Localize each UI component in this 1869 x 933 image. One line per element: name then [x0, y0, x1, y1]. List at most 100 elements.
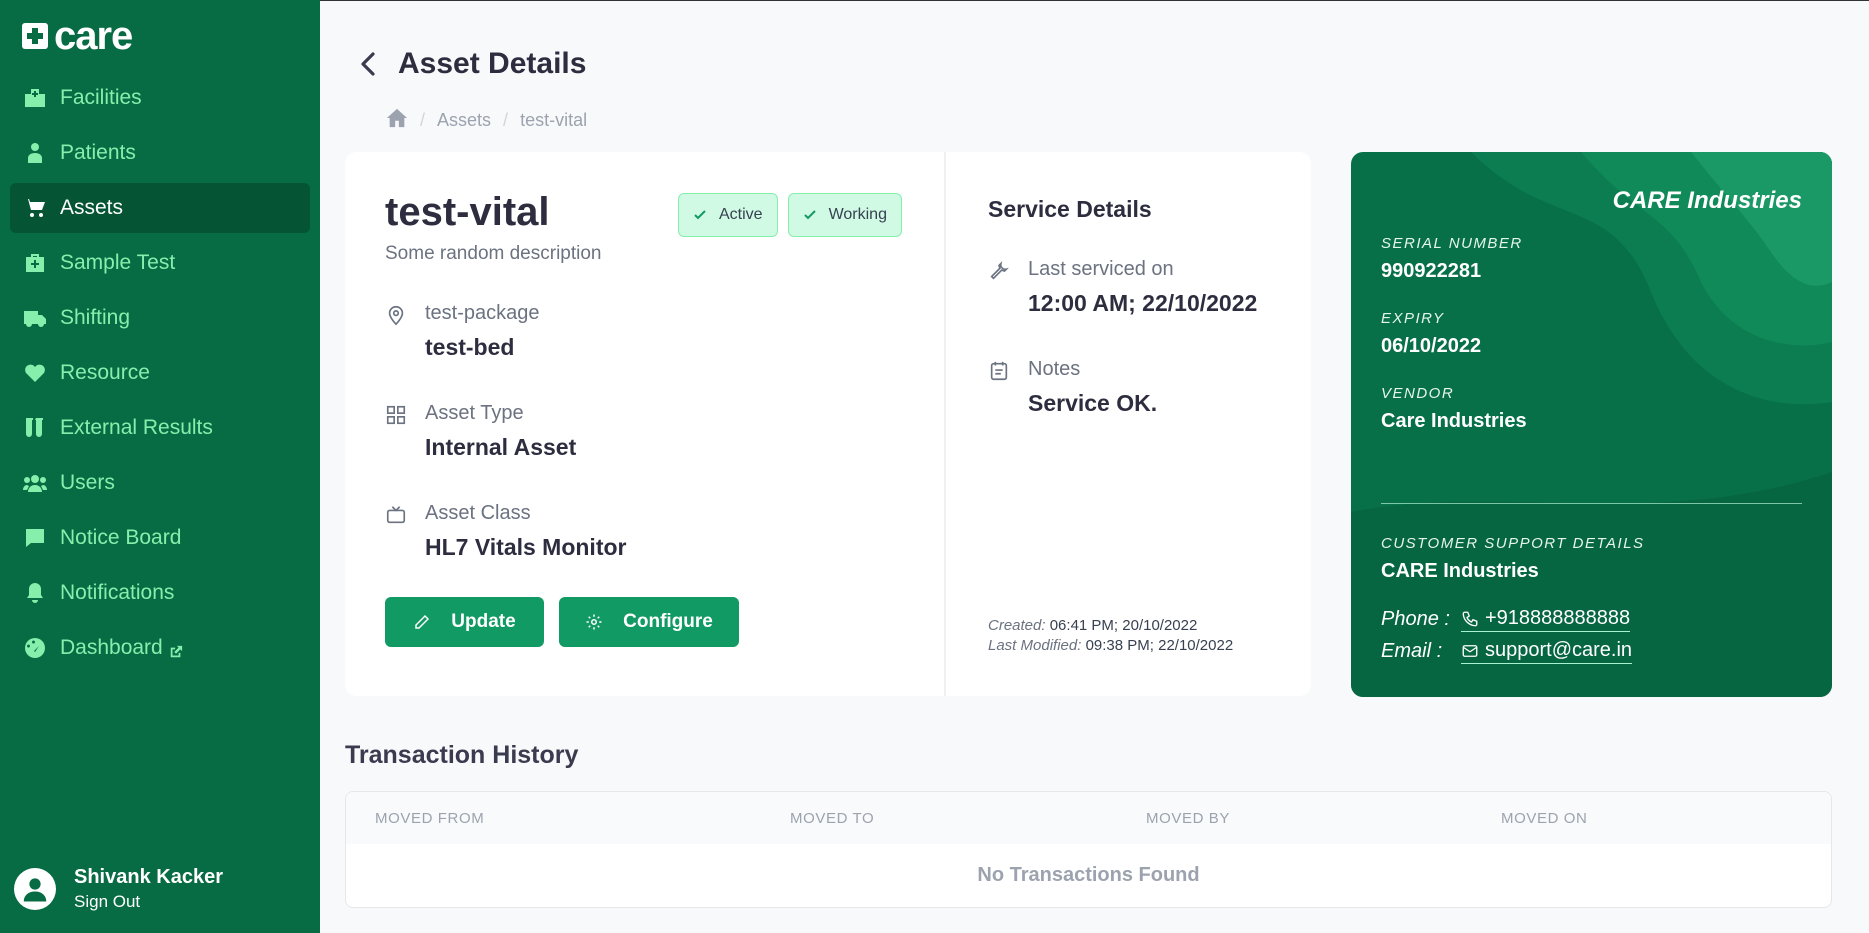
sidebar-item-sample-test[interactable]: Sample Test — [10, 238, 310, 288]
sidebar-item-shifting[interactable]: Shifting — [10, 293, 310, 343]
check-icon — [694, 210, 706, 220]
sidebar-item-label: Shifting — [60, 306, 131, 329]
notes-value: Service OK. — [1028, 390, 1158, 416]
page-header: Asset Details — [354, 47, 586, 81]
asset-type-field: Asset Type Internal Asset — [385, 402, 576, 461]
home-icon[interactable] — [386, 107, 408, 134]
sidebar-item-facilities[interactable]: Facilities — [10, 73, 310, 123]
serial-number-label: SERIAL NUMBER — [1381, 235, 1523, 252]
sidebar-item-assets[interactable]: Assets — [10, 183, 310, 233]
external-link-icon — [169, 641, 183, 658]
asset-type-label: Asset Type — [425, 402, 524, 424]
configure-button-label: Configure — [623, 611, 713, 632]
sidebar-item-dashboard[interactable]: Dashboard — [10, 623, 310, 673]
shopping-cart-icon — [22, 195, 48, 221]
asset-description: Some random description — [385, 243, 602, 264]
sidebar-item-notice-board[interactable]: Notice Board — [10, 513, 310, 563]
asset-class-value: HL7 Vitals Monitor — [425, 534, 627, 560]
pencil-icon — [415, 614, 430, 629]
mail-icon — [1462, 644, 1478, 657]
column-header-moved-by: MOVED BY — [1146, 810, 1230, 827]
avatar[interactable] — [14, 868, 56, 910]
warranty-brand: CARE Industries — [1612, 187, 1802, 214]
email-row: Email : support@care.in — [1381, 639, 1633, 664]
sidebar-item-notifications[interactable]: Notifications — [10, 568, 310, 618]
phone-value: +918888888888 — [1485, 607, 1631, 629]
phone-icon — [1462, 611, 1478, 626]
notes-icon — [988, 360, 1010, 382]
vials-icon — [22, 415, 48, 441]
breadcrumb: / Assets / test-vital — [386, 107, 587, 134]
warranty-divider — [1381, 503, 1802, 504]
sign-out-link[interactable]: Sign Out — [74, 892, 223, 912]
breadcrumb-separator: / — [503, 110, 509, 130]
sidebar-item-resource[interactable]: Resource — [10, 348, 310, 398]
badge-label: Active — [719, 206, 763, 223]
user-avatar-icon — [23, 878, 47, 902]
last-serviced-label: Last serviced on — [1028, 258, 1174, 280]
transaction-history-title: Transaction History — [345, 741, 579, 769]
sidebar-item-label: Notifications — [60, 581, 175, 604]
location-value: test-bed — [425, 334, 515, 360]
update-button[interactable]: Update — [385, 597, 544, 647]
sidebar-item-users[interactable]: Users — [10, 458, 310, 508]
users-icon — [22, 470, 48, 496]
user-name: Shivank Kacker — [74, 866, 223, 888]
status-badge-working: Working — [787, 193, 902, 237]
phone-row: Phone : +918888888888 — [1381, 607, 1631, 632]
sidebar-nav: Facilities Patients Assets Sample Test S… — [10, 73, 310, 678]
sidebar-item-label: Dashboard — [60, 636, 163, 659]
phone-label: Phone : — [1381, 608, 1450, 630]
sidebar-item-label: External Results — [60, 416, 213, 439]
empty-state-message: No Transactions Found — [977, 864, 1200, 886]
transaction-table: MOVED FROM MOVED TO MOVED BY MOVED ON No… — [345, 791, 1832, 908]
modified-value: 09:38 PM; 22/10/2022 — [1085, 637, 1234, 654]
modified-label: Last Modified: — [988, 637, 1082, 654]
heartbeat-icon — [22, 360, 48, 386]
status-badge-active: Active — [678, 193, 778, 237]
serial-number-value: 990922281 — [1381, 260, 1482, 282]
gear-icon — [586, 614, 602, 630]
breadcrumb-assets[interactable]: Assets — [437, 110, 491, 131]
configure-button[interactable]: Configure — [559, 597, 739, 647]
expiry-label: EXPIRY — [1381, 310, 1445, 327]
hospital-icon — [22, 85, 48, 111]
breadcrumb-separator: / — [420, 110, 426, 130]
sidebar-item-patients[interactable]: Patients — [10, 128, 310, 178]
asset-type-value: Internal Asset — [425, 434, 577, 460]
asset-details-card: test-vital Some random description Activ… — [345, 152, 1311, 696]
sidebar-item-external-results[interactable]: External Results — [10, 403, 310, 453]
status-badges: Active Working — [678, 193, 902, 237]
breadcrumb-current[interactable]: test-vital — [520, 110, 587, 131]
notes-field: Notes Service OK. — [988, 358, 1157, 417]
user-injured-icon — [22, 140, 48, 166]
bell-icon — [22, 580, 48, 606]
hospital-logo-icon — [22, 23, 48, 49]
asset-class-field: Asset Class HL7 Vitals Monitor — [385, 502, 627, 561]
sidebar-item-label: Sample Test — [60, 251, 176, 274]
care-logo[interactable]: care — [22, 14, 133, 58]
update-button-label: Update — [451, 611, 516, 632]
sidebar-item-label: Facilities — [60, 86, 142, 109]
sidebar-item-label: Assets — [60, 196, 124, 219]
sidebar: care Facilities Patients Assets Sample T… — [0, 0, 320, 933]
dashboard-icon — [22, 635, 48, 661]
back-arrow-icon[interactable] — [354, 49, 384, 79]
ambulance-icon — [22, 305, 48, 331]
support-name: CARE Industries — [1381, 560, 1539, 582]
asset-class-label: Asset Class — [425, 502, 531, 524]
check-icon — [803, 210, 816, 220]
email-link[interactable]: support@care.in — [1461, 639, 1633, 664]
table-header: MOVED FROM MOVED TO MOVED BY MOVED ON — [346, 792, 1831, 844]
created-label: Created: — [988, 617, 1046, 634]
user-profile: Shivank Kacker Sign Out — [14, 866, 223, 912]
location-label: test-package — [425, 302, 540, 324]
phone-link[interactable]: +918888888888 — [1461, 607, 1631, 632]
logo-text: care — [54, 14, 133, 58]
asset-name: test-vital — [385, 190, 550, 234]
support-label: CUSTOMER SUPPORT DETAILS — [1381, 535, 1645, 552]
notes-label: Notes — [1028, 358, 1081, 380]
last-serviced-value: 12:00 AM; 22/10/2022 — [1028, 290, 1258, 316]
vendor-value: Care Industries — [1381, 410, 1527, 432]
main-content: Asset Details / Assets / test-vital test… — [320, 0, 1869, 933]
